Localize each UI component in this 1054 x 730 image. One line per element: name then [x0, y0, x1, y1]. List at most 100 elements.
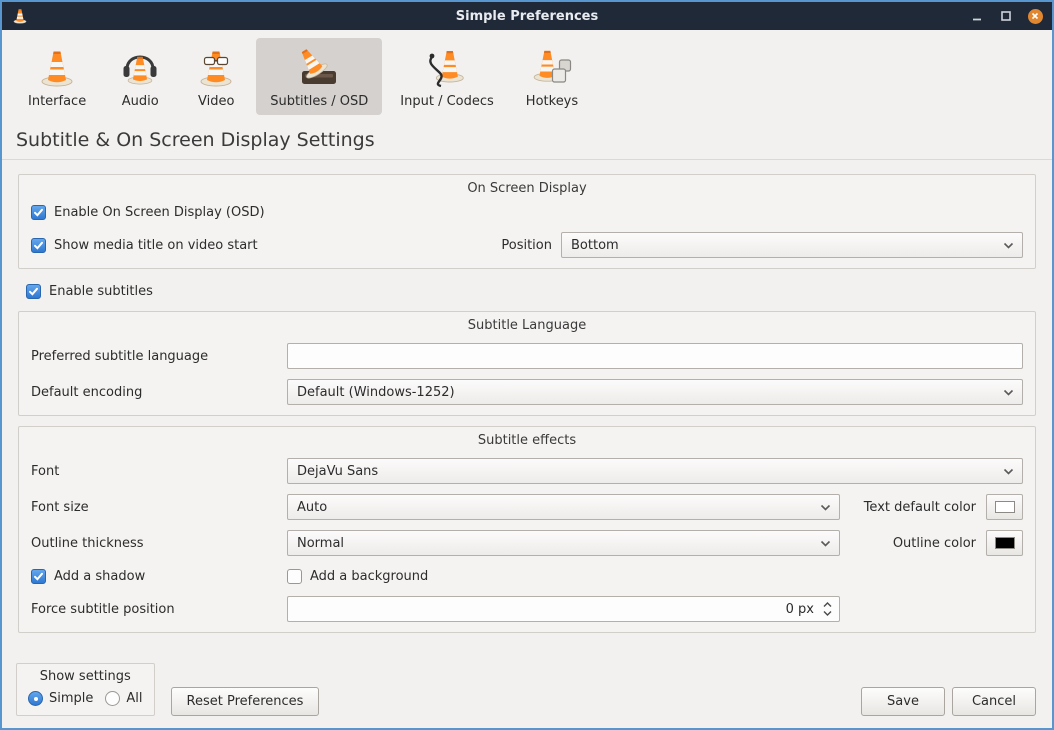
radio-selected-icon: [28, 691, 43, 706]
tab-input-codecs[interactable]: Input / Codecs: [386, 38, 508, 115]
enable-osd-label: Enable On Screen Display (OSD): [54, 205, 265, 220]
minimize-icon[interactable]: [969, 8, 985, 24]
save-button[interactable]: Save: [861, 687, 945, 716]
window-controls: [969, 8, 1043, 24]
radio-all-label: All: [126, 691, 142, 706]
media-title-row: Show media title on video start Position…: [31, 232, 1023, 258]
radio-simple[interactable]: Simple: [28, 691, 93, 706]
subtitle-language-group: Subtitle Language Preferred subtitle lan…: [18, 311, 1036, 416]
default-encoding-value: Default (Windows-1252): [297, 385, 1003, 400]
outline-thickness-label: Outline thickness: [31, 536, 287, 551]
default-encoding-label: Default encoding: [31, 385, 287, 400]
content-area: On Screen Display Enable On Screen Displ…: [2, 160, 1052, 647]
font-size-value: Auto: [297, 500, 820, 515]
force-position-label: Force subtitle position: [31, 602, 287, 617]
headphones-cone-icon: [118, 46, 162, 90]
footer: Show settings Simple All Reset Preferenc…: [16, 663, 1036, 716]
font-combobox[interactable]: DejaVu Sans: [287, 458, 1023, 484]
checkbox-checked-icon: [26, 284, 41, 299]
window-title: Simple Preferences: [2, 9, 1052, 24]
chevron-down-icon: [1003, 468, 1014, 475]
tab-audio[interactable]: Audio: [104, 38, 176, 115]
preferences-window: Simple Preferences Interface: [0, 0, 1054, 730]
keys-cone-icon: [530, 46, 574, 90]
checkbox-unchecked-icon: [287, 569, 302, 584]
vlc-cone-icon: [35, 46, 79, 90]
text-default-color-button[interactable]: [986, 494, 1023, 520]
tab-subtitles-osd-label: Subtitles / OSD: [270, 94, 368, 109]
restore-icon[interactable]: [998, 8, 1014, 24]
tab-hotkeys[interactable]: Hotkeys: [512, 38, 592, 115]
default-encoding-row: Default encoding Default (Windows-1252): [31, 379, 1023, 405]
tab-subtitles-osd[interactable]: Subtitles / OSD: [256, 38, 382, 115]
tab-interface-label: Interface: [28, 94, 86, 109]
outline-thickness-row: Outline thickness Normal Outline color: [31, 530, 1023, 556]
radio-all[interactable]: All: [105, 691, 142, 706]
footer-right: Save Cancel: [861, 687, 1036, 716]
font-size-label: Font size: [31, 500, 287, 515]
subtitle-effects-group: Subtitle effects Font DejaVu Sans Font s…: [18, 426, 1036, 633]
font-value: DejaVu Sans: [297, 464, 1003, 479]
subtitle-effects-group-title: Subtitle effects: [31, 427, 1023, 448]
chevron-down-icon: [1003, 389, 1014, 396]
radio-simple-label: Simple: [49, 691, 93, 706]
close-icon[interactable]: [1027, 8, 1043, 24]
enable-subtitles-checkbox[interactable]: Enable subtitles: [26, 284, 153, 299]
add-shadow-label: Add a shadow: [54, 569, 145, 584]
titlebar[interactable]: Simple Preferences: [2, 2, 1052, 30]
glasses-cone-icon: [194, 46, 238, 90]
reset-preferences-button[interactable]: Reset Preferences: [171, 687, 320, 716]
show-media-title-checkbox[interactable]: Show media title on video start: [31, 238, 258, 253]
titlebar-left: [11, 7, 29, 25]
preferred-language-label: Preferred subtitle language: [31, 349, 287, 364]
font-size-combobox[interactable]: Auto: [287, 494, 840, 520]
outline-color-swatch: [995, 537, 1015, 549]
checkbox-checked-icon: [31, 205, 46, 220]
enable-osd-checkbox[interactable]: Enable On Screen Display (OSD): [31, 205, 265, 220]
radio-unselected-icon: [105, 691, 120, 706]
subtitle-language-group-title: Subtitle Language: [31, 312, 1023, 333]
font-row: Font DejaVu Sans: [31, 458, 1023, 484]
force-position-value: 0 px: [288, 602, 821, 617]
tab-input-codecs-label: Input / Codecs: [400, 94, 494, 109]
show-settings-options: Simple All: [28, 691, 143, 706]
vlc-app-icon: [11, 7, 29, 25]
preferred-language-row: Preferred subtitle language: [31, 343, 1023, 369]
chevron-down-icon: [820, 540, 831, 547]
spinner-up-icon: [823, 602, 832, 608]
text-color-swatch: [995, 501, 1015, 513]
tab-hotkeys-label: Hotkeys: [526, 94, 578, 109]
tilted-cone-box-icon: [297, 46, 341, 90]
cable-cone-icon: [425, 46, 469, 90]
position-combobox-value: Bottom: [571, 238, 1003, 253]
default-encoding-combobox[interactable]: Default (Windows-1252): [287, 379, 1023, 405]
add-background-label: Add a background: [310, 569, 428, 584]
category-toolbar: Interface Audio: [2, 30, 1052, 117]
spinner-arrows[interactable]: [821, 602, 839, 616]
outline-color-button[interactable]: [986, 530, 1023, 556]
tab-interface[interactable]: Interface: [14, 38, 100, 115]
chevron-down-icon: [820, 504, 831, 511]
shadow-background-row: Add a shadow Add a background: [31, 566, 1023, 586]
tab-audio-label: Audio: [122, 94, 159, 109]
cancel-button[interactable]: Cancel: [952, 687, 1036, 716]
font-size-row: Font size Auto Text default color: [31, 494, 1023, 520]
osd-group-title: On Screen Display: [31, 175, 1023, 196]
checkbox-checked-icon: [31, 569, 46, 584]
position-combobox[interactable]: Bottom: [561, 232, 1023, 258]
add-background-checkbox[interactable]: Add a background: [287, 569, 428, 584]
preferred-language-input[interactable]: [287, 343, 1023, 369]
position-label: Position: [501, 238, 552, 253]
page-title: Subtitle & On Screen Display Settings: [16, 129, 1036, 151]
outline-color-label: Outline color: [893, 536, 976, 551]
tab-video[interactable]: Video: [180, 38, 252, 115]
outline-thickness-combobox[interactable]: Normal: [287, 530, 840, 556]
show-settings-group: Show settings Simple All: [16, 663, 155, 716]
force-position-spinner[interactable]: 0 px: [287, 596, 840, 622]
chevron-down-icon: [1003, 242, 1014, 249]
checkbox-checked-icon: [31, 238, 46, 253]
add-shadow-cell: Add a shadow: [31, 569, 287, 584]
add-shadow-checkbox[interactable]: Add a shadow: [31, 569, 287, 584]
spinner-down-icon: [823, 610, 832, 616]
text-default-color-label: Text default color: [864, 500, 976, 515]
